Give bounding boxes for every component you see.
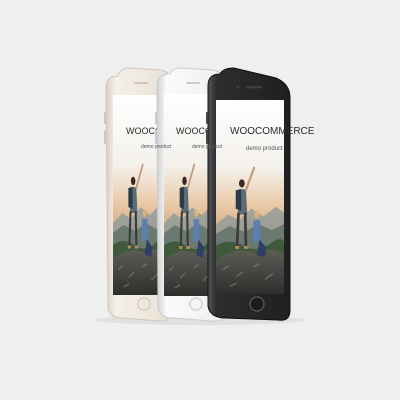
phone-space-gray-brand-text: WOOCOMMERCE	[230, 126, 315, 137]
phones-illustration: WOOCOMMERCE WOOCOMMERCE WOOCOMMERCE demo…	[95, 67, 315, 325]
phone-space-gray-camera	[236, 85, 240, 89]
phone-silver-speaker	[186, 82, 200, 84]
phone-gold-tagline: demo product	[141, 144, 172, 150]
phone-space-gray-home-button	[249, 296, 265, 312]
phone-space-gray-speaker	[246, 86, 262, 89]
phone-space-gray-screen: WOOCOMMERCE demo product	[216, 100, 315, 294]
product-mockup-scene: WOOCOMMERCE WOOCOMMERCE WOOCOMMERCE demo…	[0, 0, 400, 400]
phone-space-gray: WOOCOMMERCE demo product	[206, 67, 315, 321]
phone-gold-speaker	[134, 82, 148, 84]
phone-space-gray-tagline: demo product	[246, 146, 283, 152]
phone-silver-tagline: demo product	[192, 144, 223, 150]
